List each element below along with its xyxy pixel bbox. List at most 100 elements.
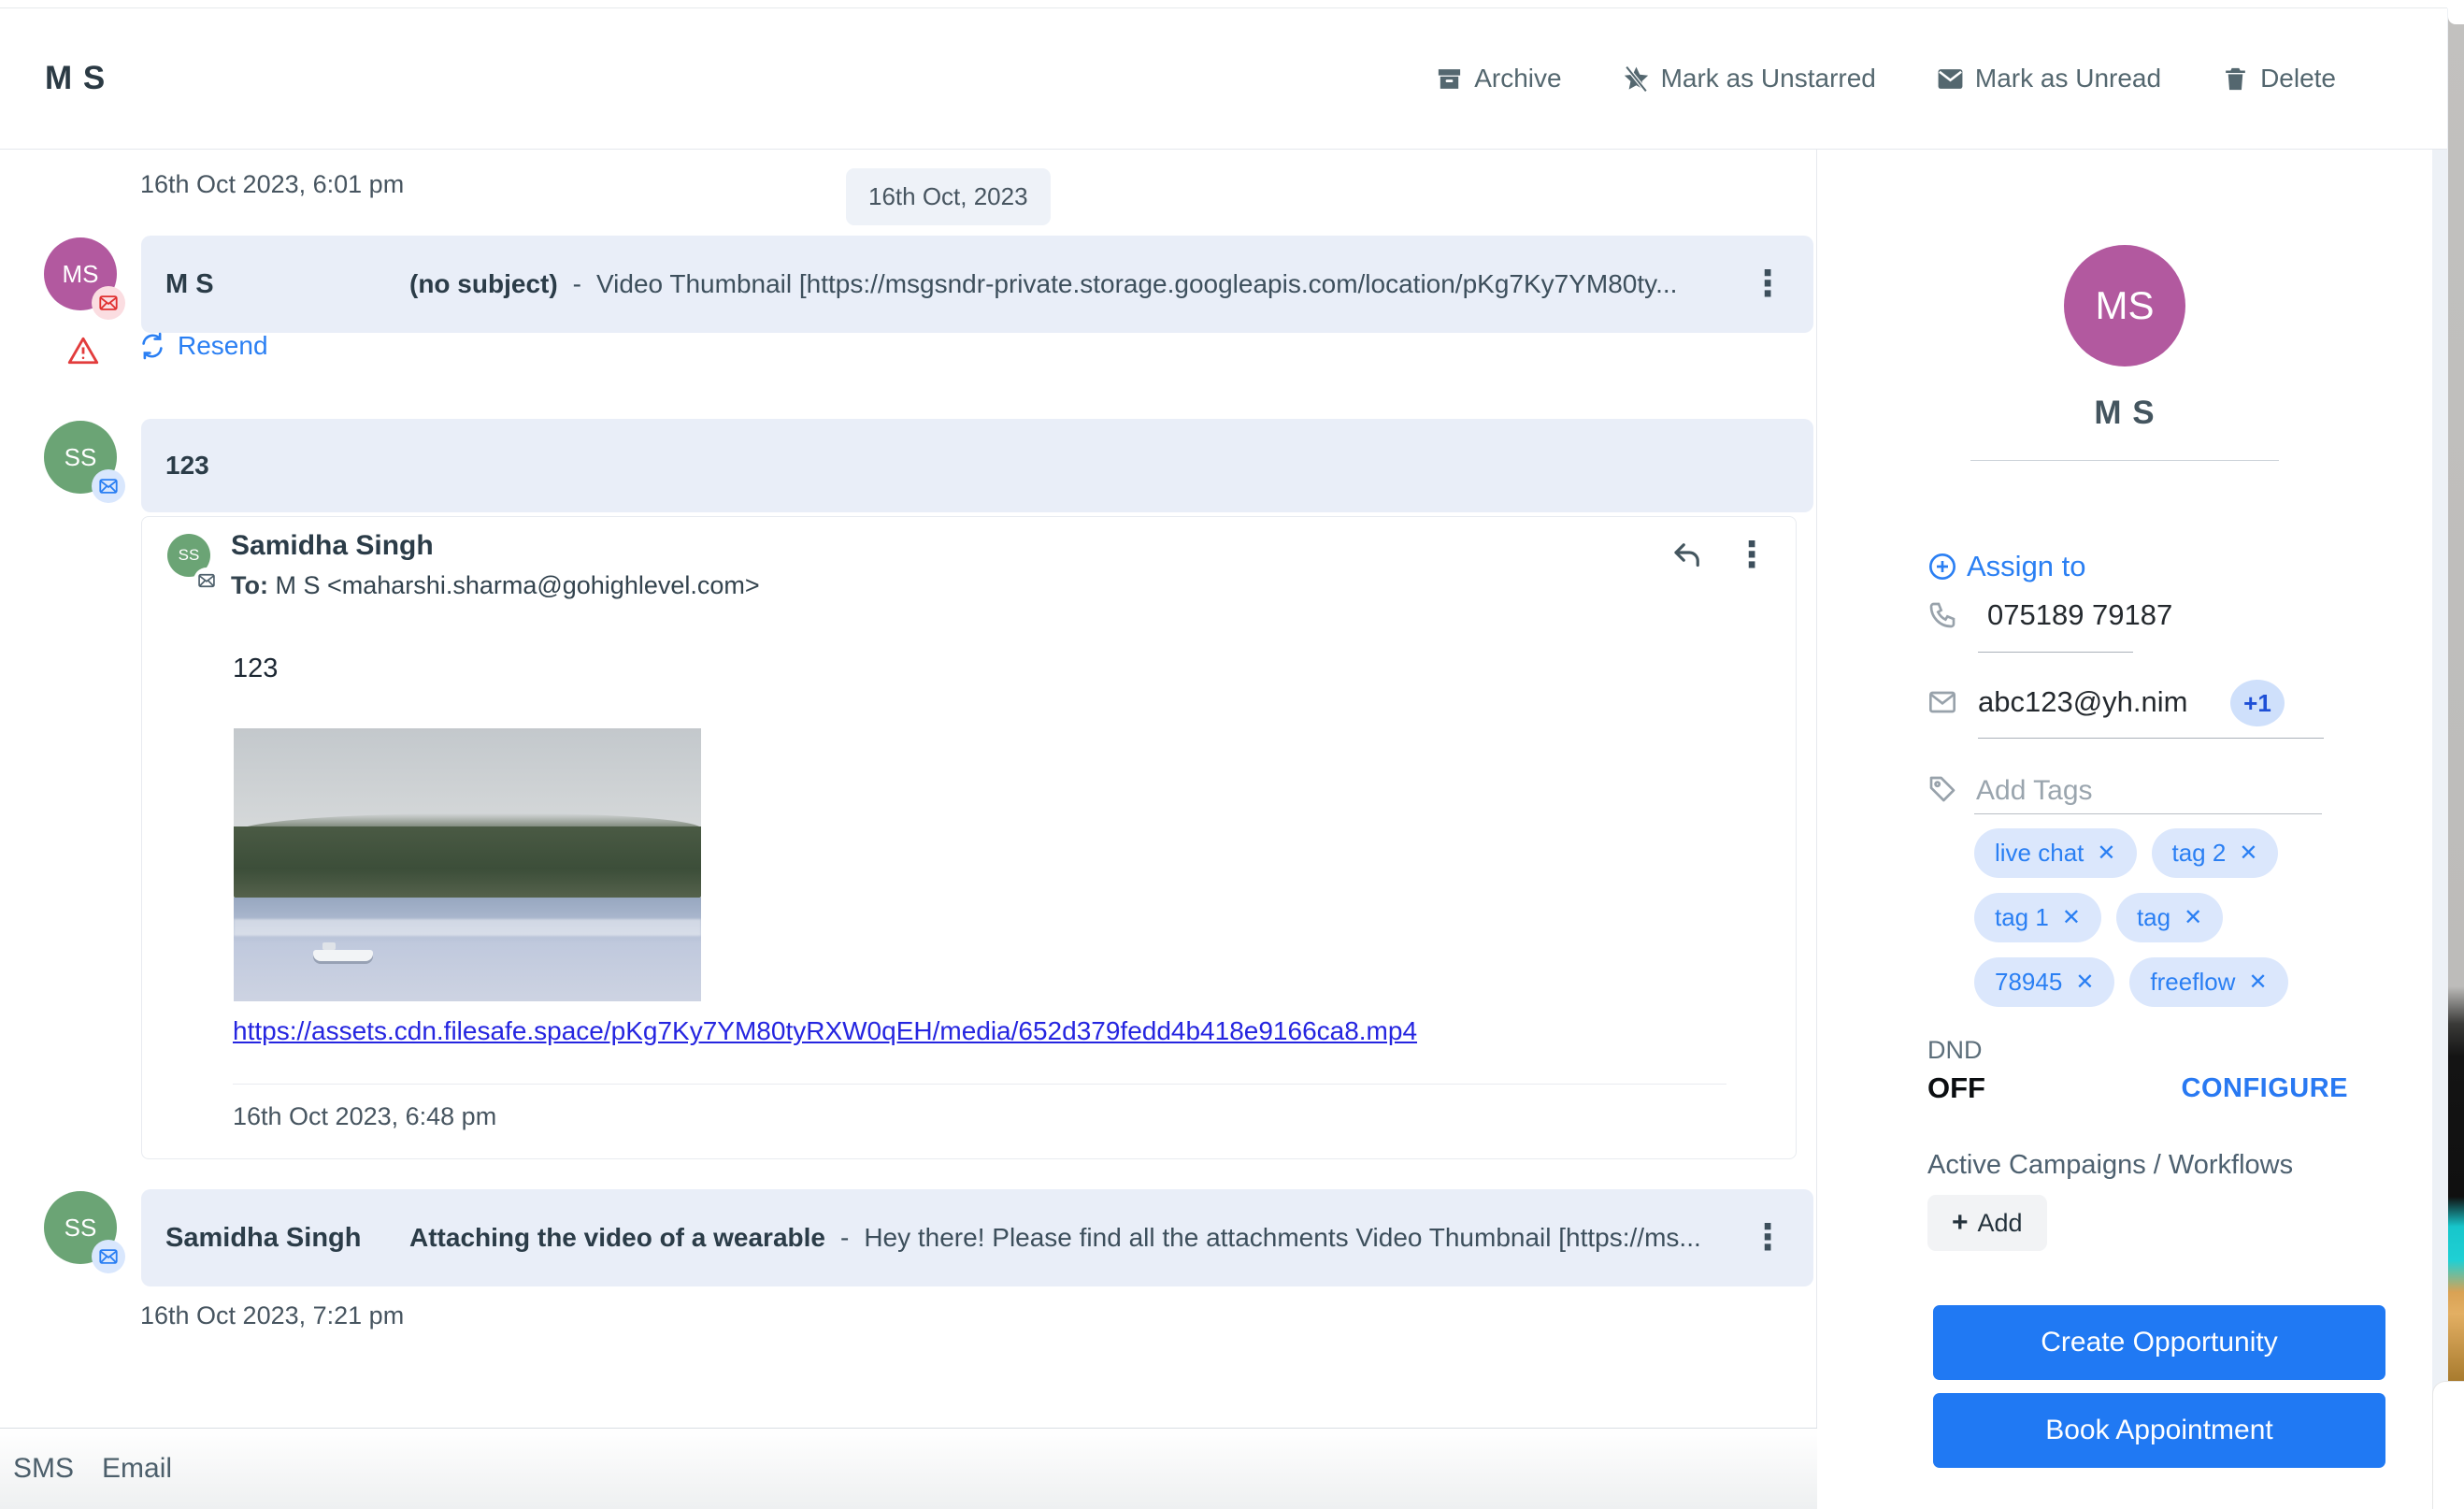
date-chip: 16th Oct, 2023 xyxy=(846,168,1051,225)
card-divider xyxy=(233,1084,1726,1085)
message-timestamp: 16th Oct 2023, 7:21 pm xyxy=(140,1301,404,1330)
message-title: 123 xyxy=(165,451,209,481)
reply-button[interactable] xyxy=(1670,539,1704,572)
remove-tag-icon[interactable]: ✕ xyxy=(2184,904,2202,931)
email-channel-badge xyxy=(92,1240,125,1273)
resend-refresh-icon xyxy=(138,332,166,360)
header: M S Archive Mark as Unstarred Mark as Un… xyxy=(0,8,2447,150)
envelope-icon xyxy=(1936,65,1965,93)
dnd-label: DND xyxy=(1927,1036,1983,1065)
more-emails-badge[interactable]: +1 xyxy=(2230,680,2285,726)
tag-pill[interactable]: freeflow ✕ xyxy=(2129,957,2287,1007)
tag-label: 78945 xyxy=(1995,968,2062,997)
message-menu-icon[interactable]: ⋮ xyxy=(1744,266,1791,302)
create-opportunity-button[interactable]: Create Opportunity xyxy=(1933,1305,2385,1380)
mark-unread-label: Mark as Unread xyxy=(1975,64,2161,93)
trash-icon xyxy=(2221,65,2250,93)
remove-tag-icon[interactable]: ✕ xyxy=(2248,969,2267,996)
mark-unread-button[interactable]: Mark as Unread xyxy=(1936,64,2161,93)
avatar-initials: SS xyxy=(64,443,97,472)
tab-sms[interactable]: SMS xyxy=(9,1447,78,1490)
envelope-error-icon xyxy=(98,293,119,313)
delete-label: Delete xyxy=(2260,64,2336,93)
tag-pill[interactable]: tag ✕ xyxy=(2116,893,2223,942)
mark-unstarred-button[interactable]: Mark as Unstarred xyxy=(1622,64,1876,93)
active-campaigns-label: Active Campaigns / Workflows xyxy=(1927,1150,2293,1181)
add-label: Add xyxy=(1978,1209,2023,1238)
subject-separator: - xyxy=(573,269,581,299)
email-channel-badge xyxy=(193,568,220,594)
email-timestamp: 16th Oct 2023, 6:48 pm xyxy=(233,1102,496,1131)
tab-email[interactable]: Email xyxy=(98,1447,176,1490)
email-menu-icon[interactable]: ⋮ xyxy=(1728,538,1775,573)
header-actions: Archive Mark as Unstarred Mark as Unread… xyxy=(1435,64,2336,93)
image-boat xyxy=(313,950,373,961)
scrollbar-track[interactable] xyxy=(2432,8,2448,1509)
archive-label: Archive xyxy=(1474,64,1561,93)
message-timestamp: 16th Oct 2023, 6:01 pm xyxy=(140,170,404,199)
plus-circle-icon xyxy=(1927,552,1957,582)
book-appointment-button[interactable]: Book Appointment xyxy=(1933,1393,2385,1468)
star-slash-icon xyxy=(1622,65,1651,93)
conversation-screen: M S Archive Mark as Unstarred Mark as Un… xyxy=(0,0,2464,1509)
tag-pill[interactable]: 78945 ✕ xyxy=(1974,957,2114,1007)
email-sender-name: Samidha Singh xyxy=(231,530,434,562)
tag-icon xyxy=(1927,774,1957,804)
message-row-collapsed[interactable]: 123 xyxy=(141,419,1813,512)
tag-label: live chat xyxy=(1995,839,2084,868)
email-channel-badge xyxy=(92,469,125,503)
tag-pill[interactable]: live chat ✕ xyxy=(1974,828,2137,878)
message-sender: M S xyxy=(165,269,394,300)
delete-button[interactable]: Delete xyxy=(2221,64,2336,93)
subject-separator: - xyxy=(840,1223,849,1253)
envelope-icon xyxy=(197,571,216,590)
contact-name: M S xyxy=(1817,395,2432,432)
mark-unstarred-label: Mark as Unstarred xyxy=(1661,64,1876,93)
composer-bar: SMS Email xyxy=(0,1428,1879,1509)
email-body-text: 123 xyxy=(233,654,278,684)
email-icon xyxy=(1927,687,1957,717)
message-row-collapsed[interactable]: Samidha Singh Attaching the video of a w… xyxy=(141,1189,1813,1286)
envelope-icon xyxy=(98,1246,119,1267)
remove-tag-icon[interactable]: ✕ xyxy=(2097,840,2115,867)
email-underline xyxy=(1978,738,2324,739)
message-menu-icon[interactable]: ⋮ xyxy=(1744,1220,1791,1256)
attachment-image[interactable] xyxy=(234,728,701,1001)
screen-edge-image-sliver xyxy=(2448,0,2464,1381)
tag-label: tag 1 xyxy=(1995,903,2049,932)
contact-phone[interactable]: 075189 79187 xyxy=(1987,598,2172,632)
tag-pill[interactable]: tag 2 ✕ xyxy=(2152,828,2279,878)
image-light-streak xyxy=(234,919,701,936)
image-water xyxy=(234,898,701,1001)
image-trees xyxy=(234,826,701,898)
add-campaign-button[interactable]: + Add xyxy=(1927,1195,2047,1251)
assign-to-button[interactable]: Assign to xyxy=(1927,550,2086,583)
reply-icon xyxy=(1670,539,1704,572)
message-subject: (no subject) xyxy=(409,269,558,299)
tag-label: tag 2 xyxy=(2172,839,2227,868)
avatar-initials: MS xyxy=(2096,283,2155,328)
message-subject: Attaching the video of a wearable xyxy=(409,1223,825,1253)
message-row-collapsed[interactable]: M S (no subject) - Video Thumbnail [http… xyxy=(141,236,1813,333)
add-tags-input[interactable] xyxy=(1974,768,2322,814)
assign-to-label: Assign to xyxy=(1967,550,2086,583)
avatar-initials: SS xyxy=(179,546,200,565)
remove-tag-icon[interactable]: ✕ xyxy=(2075,969,2094,996)
tag-label: tag xyxy=(2137,903,2170,932)
to-label: To: xyxy=(231,571,268,599)
phone-icon xyxy=(1927,600,1957,630)
dnd-configure-button[interactable]: CONFIGURE xyxy=(1927,1073,2348,1104)
attachment-link[interactable]: https://assets.cdn.filesafe.space/pKg7Ky… xyxy=(233,1016,1417,1046)
archive-button[interactable]: Archive xyxy=(1435,64,1561,93)
contact-email[interactable]: abc123@yh.nim xyxy=(1978,685,2187,719)
tag-list: live chat ✕ tag 2 ✕ tag 1 ✕ tag ✕ 78945 … xyxy=(1974,828,2339,1007)
remove-tag-icon[interactable]: ✕ xyxy=(2062,904,2081,931)
email-recipient-line: To: M S <maharshi.sharma@gohighlevel.com… xyxy=(231,571,760,600)
remove-tag-icon[interactable]: ✕ xyxy=(2239,840,2257,867)
message-preview: Video Thumbnail [https://msgsndr-private… xyxy=(596,269,1729,299)
to-value: M S <maharshi.sharma@gohighlevel.com> xyxy=(276,571,760,599)
email-message-card: SS Samidha Singh To: M S <maharshi.sharm… xyxy=(141,516,1797,1159)
resend-button[interactable]: Resend xyxy=(138,331,268,361)
archive-icon xyxy=(1435,65,1464,93)
tag-pill[interactable]: tag 1 ✕ xyxy=(1974,893,2101,942)
